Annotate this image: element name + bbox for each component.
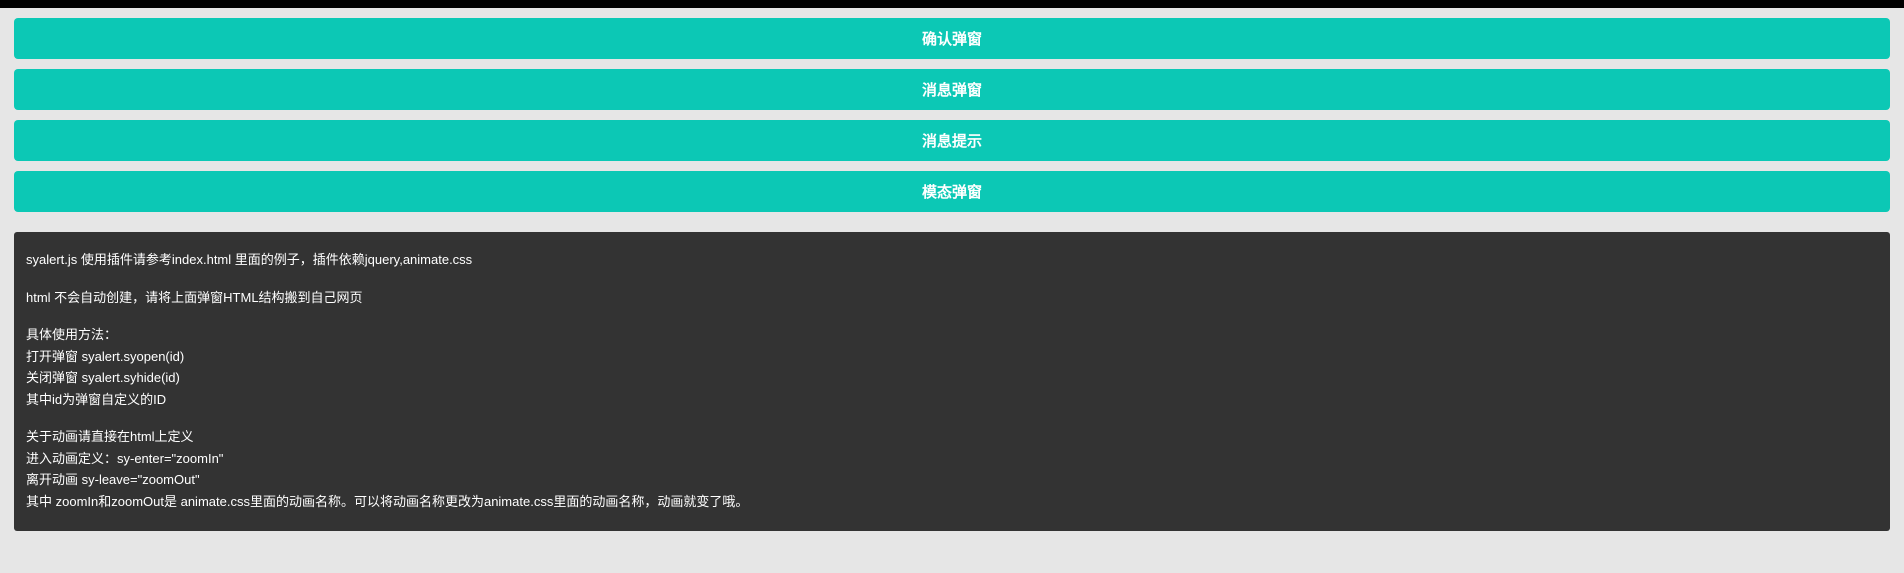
doc-usage-section: 具体使用方法： 打开弹窗 syalert.syopen(id) 关闭弹窗 sya… (26, 325, 1878, 409)
doc-usage-open: 打开弹窗 syalert.syopen(id) (26, 347, 1878, 367)
doc-note-section: html 不会自动创建，请将上面弹窗HTML结构搬到自己网页 (26, 288, 1878, 308)
button-container: 确认弹窗 消息弹窗 消息提示 模态弹窗 (0, 8, 1904, 212)
message-tip-button[interactable]: 消息提示 (14, 120, 1890, 161)
doc-anim-leave: 离开动画 sy-leave="zoomOut" (26, 470, 1878, 490)
doc-anim-enter: 进入动画定义：sy-enter="zoomIn" (26, 449, 1878, 469)
doc-note-text: html 不会自动创建，请将上面弹窗HTML结构搬到自己网页 (26, 288, 1878, 308)
doc-anim-note: 其中 zoomIn和zoomOut是 animate.css里面的动画名称。可以… (26, 492, 1878, 512)
doc-usage-id: 其中id为弹窗自定义的ID (26, 390, 1878, 410)
message-dialog-button[interactable]: 消息弹窗 (14, 69, 1890, 110)
documentation-panel: syalert.js 使用插件请参考index.html 里面的例子，插件依赖j… (14, 232, 1890, 531)
confirm-dialog-button[interactable]: 确认弹窗 (14, 18, 1890, 59)
doc-animation-section: 关于动画请直接在html上定义 进入动画定义：sy-enter="zoomIn"… (26, 427, 1878, 511)
top-bar (0, 0, 1904, 8)
modal-dialog-button[interactable]: 模态弹窗 (14, 171, 1890, 212)
doc-intro-section: syalert.js 使用插件请参考index.html 里面的例子，插件依赖j… (26, 250, 1878, 270)
doc-usage-close: 关闭弹窗 syalert.syhide(id) (26, 368, 1878, 388)
doc-usage-title: 具体使用方法： (26, 325, 1878, 345)
doc-intro-text: syalert.js 使用插件请参考index.html 里面的例子，插件依赖j… (26, 250, 1878, 270)
doc-anim-title: 关于动画请直接在html上定义 (26, 427, 1878, 447)
